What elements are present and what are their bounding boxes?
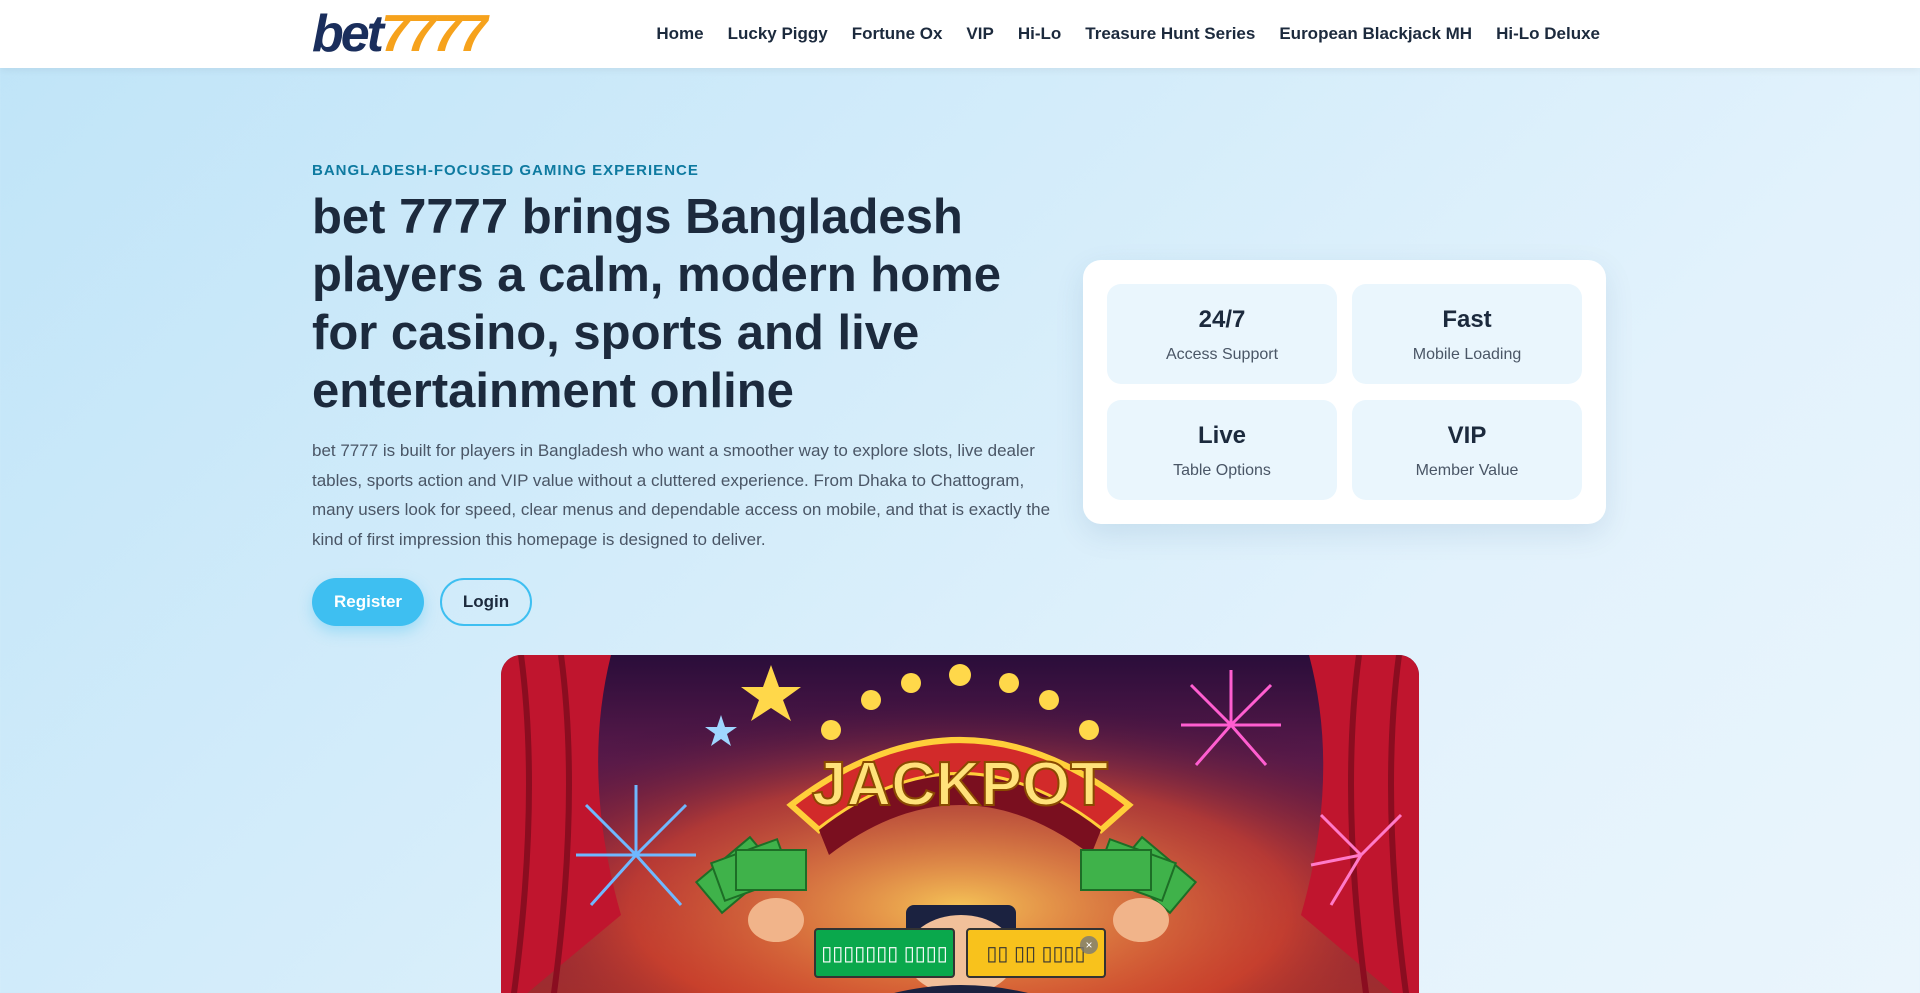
stat-value: Fast [1442, 306, 1492, 333]
stat-label: Access Support [1165, 346, 1279, 363]
jackpot-banner-image: JACKPOT [501, 655, 1419, 993]
stat-value: 24/7 [1198, 306, 1246, 333]
stat-tile-vip: VIP Member Value [1352, 400, 1582, 500]
stat-tile-live: Live Table Options [1107, 400, 1337, 500]
popup-green-button[interactable]: ▯▯▯▯▯▯▯ ▯▯▯▯ [814, 928, 955, 978]
nav-link-hi-lo-deluxe[interactable]: Hi-Lo Deluxe [1496, 24, 1600, 44]
hero-eyebrow: BANGLADESH-FOCUSED GAMING EXPERIENCE [312, 162, 699, 179]
register-button[interactable]: Register [312, 578, 424, 626]
jackpot-text: JACKPOT [812, 750, 1108, 819]
stats-card: 24/7 Access Support Fast Mobile Loading … [1083, 260, 1606, 524]
main-nav: Home Lucky Piggy Fortune Ox VIP Hi-Lo Tr… [656, 0, 1600, 68]
close-icon[interactable]: × [1080, 936, 1098, 954]
stat-value: VIP [1447, 422, 1487, 449]
bet7777-logo[interactable]: bet7777 [312, 8, 488, 60]
nav-link-vip[interactable]: VIP [966, 24, 993, 44]
nav-link-treasure-hunt-series[interactable]: Treasure Hunt Series [1085, 24, 1255, 44]
logo-text-7777: 7777 [381, 5, 488, 63]
nav-link-fortune-ox[interactable]: Fortune Ox [852, 24, 943, 44]
stat-tile-loading: Fast Mobile Loading [1352, 284, 1582, 384]
stat-tile-support: 24/7 Access Support [1107, 284, 1337, 384]
logo-text-bet: bet [312, 5, 384, 63]
stat-value: Live [1197, 422, 1247, 449]
nav-link-european-blackjack-mh[interactable]: European Blackjack MH [1279, 24, 1472, 44]
hero-title: bet 7777 brings Bangladesh players a cal… [312, 190, 1001, 418]
top-navbar: bet7777 Home Lucky Piggy Fortune Ox VIP … [0, 0, 1920, 68]
nav-link-hi-lo[interactable]: Hi-Lo [1018, 24, 1061, 44]
nav-link-lucky-piggy[interactable]: Lucky Piggy [728, 24, 828, 44]
hero-description: bet 7777 is built for players in Banglad… [312, 441, 1051, 549]
stat-label: Mobile Loading [1412, 346, 1522, 363]
jackpot-illustration: JACKPOT [501, 655, 1419, 993]
stat-label: Table Options [1173, 462, 1271, 479]
stat-label: Member Value [1415, 462, 1519, 479]
nav-link-home[interactable]: Home [656, 24, 703, 44]
login-button[interactable]: Login [440, 578, 532, 626]
